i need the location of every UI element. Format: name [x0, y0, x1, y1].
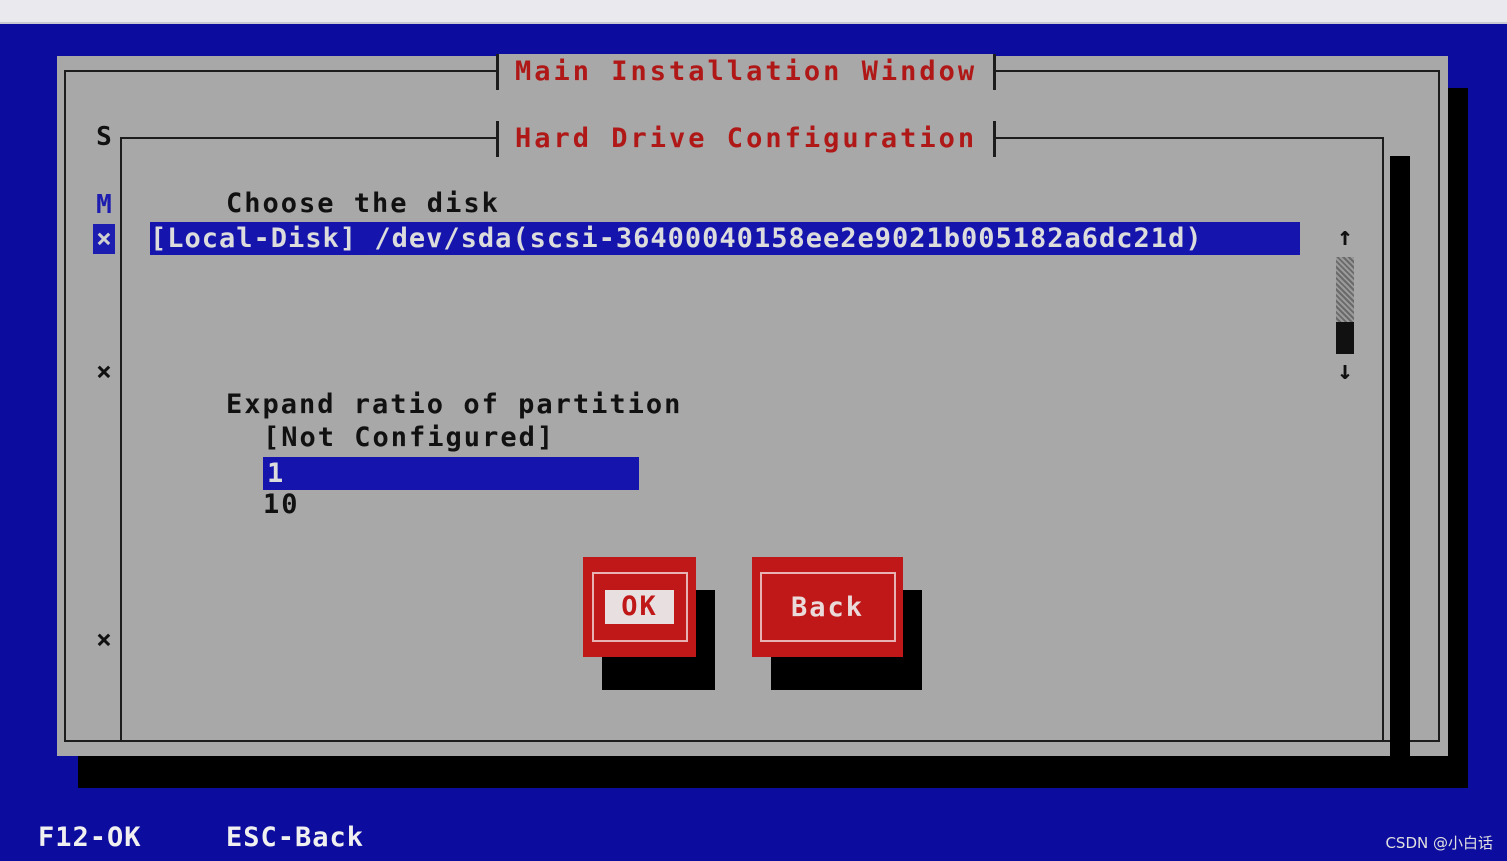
side-marker-asterisk: × [96, 625, 112, 655]
ok-button[interactable]: OK [583, 557, 696, 657]
dialog-title: Hard Drive Configuration [496, 121, 997, 157]
main-window-title: Main Installation Window [496, 54, 997, 90]
side-marker-asterisk: × [96, 357, 112, 387]
scroll-up-arrow-icon[interactable]: ↑ [1335, 222, 1355, 252]
outer-window-shadow-bottom [78, 756, 1468, 788]
ratio-option-selected[interactable]: 1 [263, 457, 639, 490]
back-button-label: Back [790, 591, 865, 623]
back-button-frame: Back [759, 572, 896, 642]
ok-button-frame: OK [591, 572, 688, 642]
ok-button-label: OK [605, 590, 674, 624]
side-marker-s: S [96, 122, 112, 152]
scroll-down-arrow-icon[interactable]: ↓ [1335, 356, 1355, 386]
disk-list-item-selected[interactable]: [Local-Disk] /dev/sda(scsi-36400040158ee… [150, 222, 1300, 255]
dialog-shadow [1390, 156, 1410, 756]
watermark: CSDN @小白话 [1385, 834, 1493, 852]
back-button[interactable]: Back [752, 557, 903, 657]
top-strip [0, 0, 1507, 24]
choose-disk-label: Choose the disk [226, 188, 500, 219]
side-marker-selected: × [93, 224, 115, 254]
footer-f12-hint: F12-OK [38, 822, 142, 853]
ratio-option[interactable]: 10 [263, 489, 300, 520]
side-marker-m: M [96, 190, 112, 220]
footer-esc-hint: ESC-Back [226, 822, 365, 853]
expand-ratio-label: Expand ratio of partition [226, 389, 683, 420]
ratio-option-not-configured[interactable]: [Not Configured] [263, 422, 555, 453]
scrollbar-thumb[interactable] [1336, 322, 1354, 354]
outer-window-shadow-right [1448, 88, 1468, 788]
